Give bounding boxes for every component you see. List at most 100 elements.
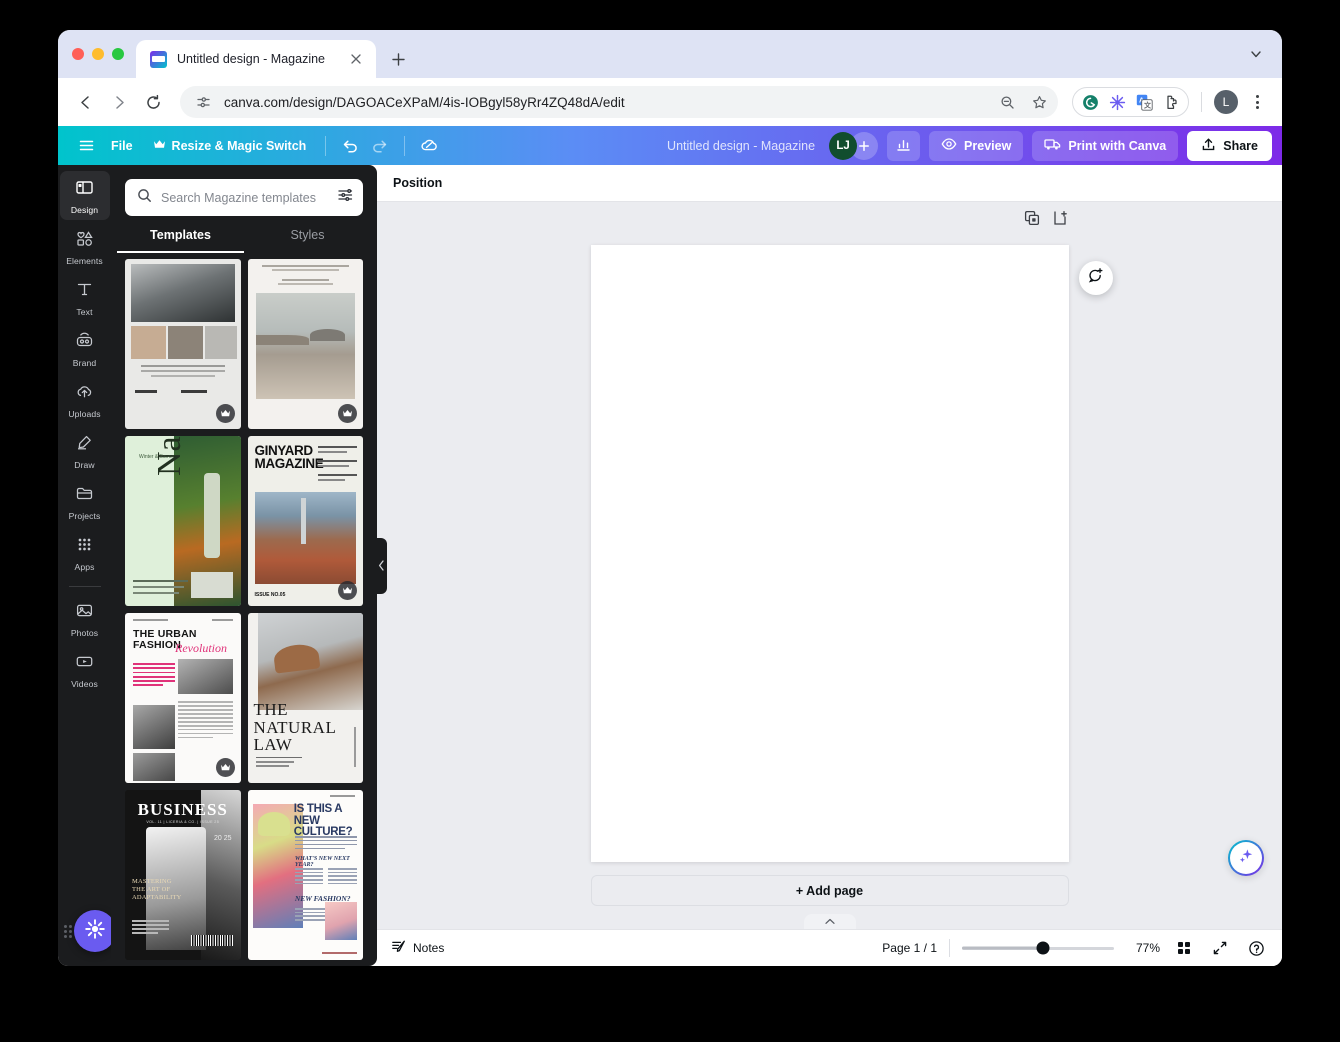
template-title: THE NATURAL LAW bbox=[254, 701, 364, 754]
sidebar-item-projects[interactable]: Projects bbox=[60, 477, 110, 526]
template-card[interactable] bbox=[248, 259, 364, 429]
collapse-pages-button[interactable] bbox=[804, 914, 856, 929]
eye-icon bbox=[941, 136, 957, 155]
sidebar-item-label: Uploads bbox=[68, 409, 100, 419]
analytics-button[interactable] bbox=[887, 131, 920, 161]
drag-grip-icon[interactable] bbox=[64, 925, 72, 938]
resize-magic-switch-button[interactable]: Resize & Magic Switch bbox=[143, 132, 317, 160]
template-card[interactable] bbox=[125, 259, 241, 429]
template-card[interactable]: THE URBAN FASHION Revolution bbox=[125, 613, 241, 783]
chrome-profile-avatar[interactable]: L bbox=[1214, 90, 1238, 114]
sidebar-item-videos[interactable]: Videos bbox=[60, 645, 110, 694]
share-button[interactable]: Share bbox=[1187, 131, 1272, 161]
position-button[interactable]: Position bbox=[393, 176, 442, 190]
hamburger-menu-icon[interactable] bbox=[72, 132, 101, 160]
template-card[interactable]: Winter & Summer Nature bbox=[125, 436, 241, 606]
notes-button[interactable]: Notes bbox=[391, 939, 444, 957]
design-title[interactable]: Untitled design - Magazine bbox=[667, 139, 815, 153]
template-title: GINYARD MAGAZINE bbox=[255, 445, 320, 470]
sidebar-item-photos[interactable]: Photos bbox=[60, 594, 110, 643]
template-card[interactable]: GINYARD MAGAZINE bbox=[248, 436, 364, 606]
canvas-area[interactable]: + Add page bbox=[377, 202, 1282, 929]
preview-button[interactable]: Preview bbox=[929, 131, 1023, 161]
cloud-saved-icon[interactable] bbox=[414, 132, 445, 160]
design-page-canvas[interactable] bbox=[591, 245, 1069, 862]
undo-icon[interactable] bbox=[335, 132, 365, 160]
maximize-window-button[interactable] bbox=[112, 48, 124, 60]
upload-icon bbox=[1201, 137, 1216, 155]
redo-icon[interactable] bbox=[365, 132, 395, 160]
file-menu-label: File bbox=[111, 139, 133, 153]
add-comment-button[interactable] bbox=[1079, 261, 1113, 295]
template-title: Nature bbox=[151, 436, 189, 476]
filter-sliders-icon[interactable] bbox=[337, 187, 353, 208]
duplicate-page-icon[interactable] bbox=[1024, 210, 1040, 226]
share-label: Share bbox=[1223, 139, 1258, 153]
sidebar-item-apps[interactable]: Apps bbox=[60, 528, 110, 577]
canva-body: Design Elements bbox=[58, 165, 1282, 966]
sidebar-item-uploads[interactable]: Uploads bbox=[60, 375, 110, 424]
sidebar-item-draw[interactable]: Draw bbox=[60, 426, 110, 475]
new-tab-button[interactable] bbox=[384, 45, 412, 73]
close-icon[interactable] bbox=[346, 49, 366, 69]
add-page-button[interactable]: + Add page bbox=[591, 875, 1069, 906]
template-card[interactable]: THE NATURAL LAW bbox=[248, 613, 364, 783]
editor-area: Position bbox=[377, 165, 1282, 966]
toolbar-divider bbox=[325, 136, 326, 156]
site-settings-icon[interactable] bbox=[192, 91, 214, 113]
tab-styles[interactable]: Styles bbox=[244, 228, 371, 253]
sidebar-item-label: Design bbox=[71, 205, 98, 215]
canva-extension-icon[interactable] bbox=[1108, 93, 1126, 111]
browser-tab[interactable]: Untitled design - Magazine bbox=[136, 40, 376, 78]
template-subtitle: VOL. 11 | LICERIA & CO. | ISSUE 25 bbox=[132, 820, 234, 824]
google-translate-extension-icon[interactable]: A 文 bbox=[1135, 93, 1153, 111]
apps-grid-icon bbox=[75, 535, 94, 559]
add-page-icon[interactable] bbox=[1053, 210, 1069, 226]
forward-arrow-icon[interactable] bbox=[104, 87, 134, 117]
template-card[interactable]: IS THIS A NEW CULTURE? WHAT'S NEW NEXT Y… bbox=[248, 790, 364, 960]
sidebar-item-label: Projects bbox=[69, 511, 101, 521]
zoom-out-icon[interactable] bbox=[996, 91, 1018, 113]
kebab-menu-icon[interactable] bbox=[1244, 89, 1270, 115]
canva-left-rail: Design Elements bbox=[58, 165, 111, 966]
design-layout-icon bbox=[75, 178, 94, 202]
star-icon[interactable] bbox=[1028, 91, 1050, 113]
grammarly-extension-icon[interactable] bbox=[1081, 93, 1099, 111]
sidebar-item-brand[interactable]: Brand bbox=[60, 324, 110, 373]
sidebar-item-label: Draw bbox=[74, 460, 94, 470]
zoom-slider-thumb[interactable] bbox=[1036, 942, 1049, 955]
window-traffic-lights bbox=[72, 30, 136, 78]
templates-panel: Templates Styles bbox=[111, 165, 377, 966]
fullscreen-icon[interactable] bbox=[1208, 936, 1232, 960]
print-with-canva-button[interactable]: Print with Canva bbox=[1032, 131, 1178, 161]
magic-studio-button[interactable] bbox=[1228, 840, 1264, 876]
collaborator-avatar[interactable]: LJ bbox=[829, 132, 857, 160]
url-omnibox[interactable]: canva.com/design/DAGOACeXPaM/4is-IOBgyl5… bbox=[180, 86, 1058, 118]
sidebar-item-text[interactable]: Text bbox=[60, 273, 110, 322]
search-box[interactable] bbox=[125, 179, 363, 216]
file-menu-button[interactable]: File bbox=[101, 132, 143, 160]
sidebar-item-design[interactable]: Design bbox=[60, 171, 110, 220]
browser-tab-title: Untitled design - Magazine bbox=[177, 52, 336, 66]
template-card[interactable]: BUSINESS VOL. 11 | LICERIA & CO. | ISSUE… bbox=[125, 790, 241, 960]
close-window-button[interactable] bbox=[72, 48, 84, 60]
canva-assistant-button[interactable] bbox=[74, 910, 116, 952]
tab-templates[interactable]: Templates bbox=[117, 228, 244, 253]
minimize-window-button[interactable] bbox=[92, 48, 104, 60]
help-question-icon[interactable] bbox=[1244, 936, 1268, 960]
templates-scroll-area[interactable]: Winter & Summer Nature GINYARD bbox=[111, 253, 377, 966]
tab-list-chevron-down-icon[interactable] bbox=[1242, 40, 1270, 68]
notes-label: Notes bbox=[413, 941, 444, 955]
back-arrow-icon[interactable] bbox=[70, 87, 100, 117]
collapse-panel-button[interactable] bbox=[376, 538, 387, 594]
extensions-puzzle-icon[interactable] bbox=[1162, 93, 1180, 111]
grid-view-icon[interactable] bbox=[1172, 936, 1196, 960]
template-title: BUSINESS bbox=[132, 800, 234, 820]
zoom-slider[interactable] bbox=[962, 939, 1114, 957]
search-input[interactable] bbox=[161, 191, 328, 205]
sidebar-item-elements[interactable]: Elements bbox=[60, 222, 110, 271]
photo-icon bbox=[75, 601, 94, 625]
canva-topbar: File Resize & Magic Switch Untitled desi… bbox=[58, 126, 1282, 165]
reload-icon[interactable] bbox=[138, 87, 168, 117]
editor-toolbar: Position bbox=[377, 165, 1282, 202]
